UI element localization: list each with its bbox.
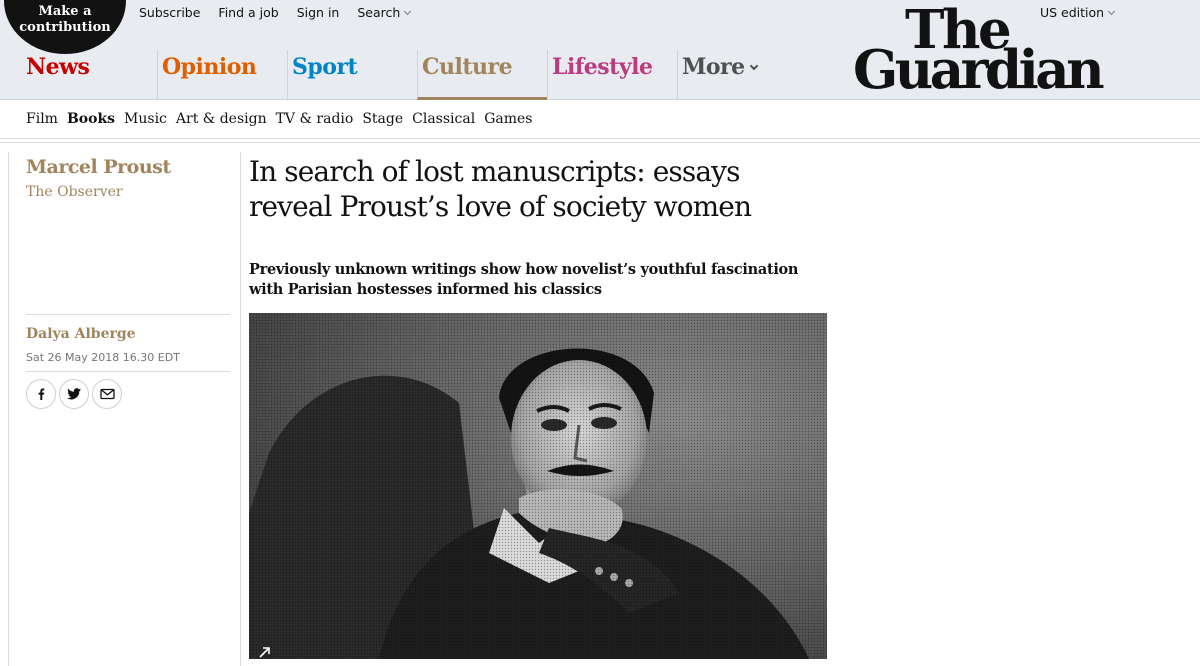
article-standfirst: Previously unknown writings show how nov… <box>249 261 799 298</box>
subnav-games[interactable]: Games <box>484 111 532 127</box>
top-links: Subscribe Find a job Sign in Search <box>139 5 412 20</box>
divider <box>8 152 9 666</box>
facebook-icon <box>38 388 45 400</box>
pillar-opinion[interactable]: Opinion <box>157 50 287 100</box>
contribute-label-line2: contribution <box>19 20 111 35</box>
expand-icon[interactable] <box>258 645 272 659</box>
share-email-button[interactable] <box>92 379 122 409</box>
publication-label: The Observer <box>26 184 123 200</box>
logo-line-guardian: Guardian <box>853 39 1105 101</box>
pillar-more-label: More <box>682 54 745 80</box>
culture-subnav: Film Books Music Art & design TV & radio… <box>26 111 532 127</box>
search-link[interactable]: Search <box>357 5 412 20</box>
divider <box>240 152 241 666</box>
subscribe-link[interactable]: Subscribe <box>139 5 200 20</box>
portrait-illustration <box>249 313 827 659</box>
find-a-job-link[interactable]: Find a job <box>218 5 278 20</box>
chevron-down-icon <box>404 7 412 16</box>
pillar-culture[interactable]: Culture <box>417 50 548 100</box>
share-facebook-button[interactable] <box>26 379 56 409</box>
email-icon <box>99 388 115 400</box>
subnav-tv-radio[interactable]: TV & radio <box>276 111 354 127</box>
series-link[interactable]: Marcel Proust <box>26 156 171 178</box>
subnav-classical[interactable]: Classical <box>412 111 475 127</box>
pillar-lifestyle[interactable]: Lifestyle <box>547 50 678 100</box>
share-twitter-button[interactable] <box>59 379 89 409</box>
pillar-sport[interactable]: Sport <box>287 50 417 100</box>
sign-in-link[interactable]: Sign in <box>297 5 340 20</box>
divider <box>26 314 230 315</box>
site-header: Make a contribution Subscribe Find a job… <box>0 0 1200 100</box>
subnav-music[interactable]: Music <box>124 111 167 127</box>
edition-label: US edition <box>1040 5 1105 20</box>
pillar-more[interactable]: More <box>677 50 797 100</box>
divider <box>0 138 1200 139</box>
contribute-label-line1: Make a <box>38 4 92 19</box>
search-label: Search <box>357 5 401 20</box>
article-main-image[interactable] <box>249 313 827 659</box>
chevron-down-icon <box>1108 7 1116 16</box>
contribute-button[interactable]: Make a contribution <box>4 0 126 54</box>
divider <box>0 142 1200 143</box>
edition-selector[interactable]: US edition <box>1040 5 1116 20</box>
share-buttons <box>26 379 122 409</box>
chevron-down-icon <box>749 61 758 71</box>
publish-date: Sat 26 May 2018 16.30 EDT <box>26 351 180 364</box>
author-link[interactable]: Dalya Alberge <box>26 326 136 342</box>
subnav-film[interactable]: Film <box>26 111 58 127</box>
article-headline: In search of lost manuscripts: essays re… <box>249 155 752 223</box>
pillar-news[interactable]: News <box>22 50 158 100</box>
subnav-books[interactable]: Books <box>67 111 115 127</box>
divider <box>26 371 230 372</box>
subnav-stage[interactable]: Stage <box>362 111 403 127</box>
subnav-art-design[interactable]: Art & design <box>176 111 267 127</box>
twitter-icon <box>67 388 81 400</box>
